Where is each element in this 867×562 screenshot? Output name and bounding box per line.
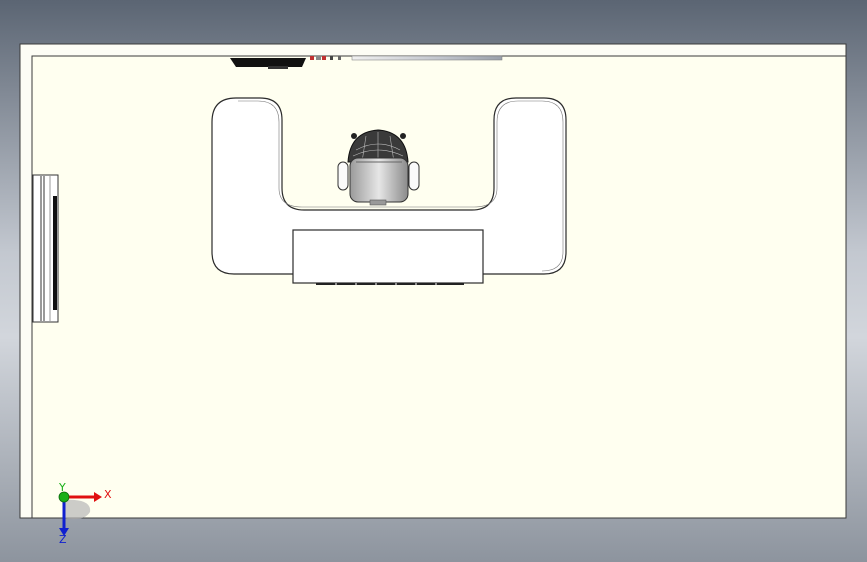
- chair-armrest-right: [408, 161, 420, 191]
- wall-unit-top[interactable]: [230, 58, 306, 67]
- wall-marker-grey: [316, 56, 321, 60]
- room-floor[interactable]: [31, 55, 847, 519]
- chair-knob-right: [400, 133, 406, 139]
- wall-unit-top-base: [268, 66, 288, 69]
- y-axis-label: Y: [58, 481, 66, 494]
- wall-marker-dark-2: [338, 56, 341, 60]
- cad-graphics-viewport[interactable]: X Y Z: [0, 0, 867, 562]
- wall-cabinet-left-handle: [53, 196, 57, 310]
- wall-marker-red-2: [322, 56, 326, 60]
- chair-knob-left: [351, 133, 357, 139]
- z-axis-label: Z: [59, 533, 67, 546]
- console-base-strip: [316, 283, 464, 285]
- chair-seat: [349, 157, 409, 203]
- desk-console[interactable]: [292, 229, 484, 284]
- chair-base: [369, 199, 387, 206]
- room-drawing[interactable]: X Y Z: [0, 0, 867, 562]
- chair-armrest-left: [337, 161, 349, 191]
- wall-shelf-top[interactable]: [351, 55, 503, 61]
- wall-marker-dark: [330, 56, 333, 60]
- x-axis-label: X: [104, 488, 112, 501]
- wall-marker-red: [310, 56, 314, 60]
